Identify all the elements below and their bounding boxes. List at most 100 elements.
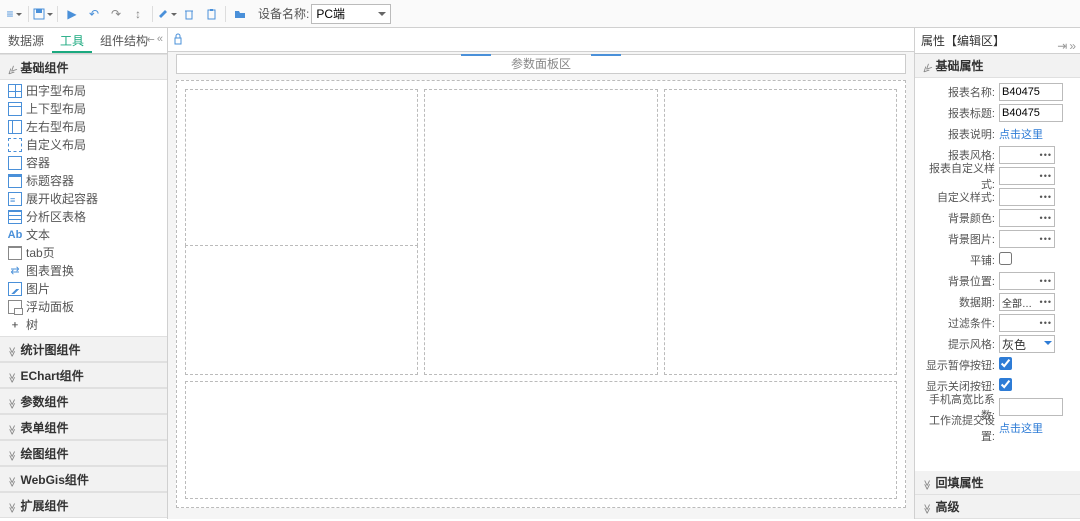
dash-icon [8,138,22,152]
input-report-name[interactable] [999,83,1063,101]
group-0[interactable]: 基础组件 [0,54,167,80]
picker-custom-css[interactable] [999,188,1055,206]
group-5[interactable]: 绘图组件 [0,440,167,466]
group-3[interactable]: 参数组件 [0,388,167,414]
lock-icon[interactable] [172,33,186,47]
component-item-lr[interactable]: 左右型布局 [0,118,167,136]
folder-button[interactable] [230,4,250,24]
device-select[interactable]: PC端 [311,4,391,24]
grid-icon [8,84,22,98]
component-item-table[interactable]: 分析区表格 [0,208,167,226]
label-report-title: 报表标题: [921,105,999,121]
picker-bg-color[interactable] [999,209,1055,227]
preview-button[interactable]: ▶ [62,4,82,24]
input-report-title[interactable] [999,104,1063,122]
picker-custom-style[interactable] [999,167,1055,185]
delete-button[interactable] [179,4,199,24]
picker-bg-pos[interactable] [999,272,1055,290]
panel-pin[interactable]: ⇤« [146,33,163,46]
save-button[interactable] [33,4,53,24]
item-label: 自定义布局 [26,136,86,154]
section-feedback[interactable]: 回填属性 [915,471,1080,495]
input-aspect[interactable] [999,398,1063,416]
group-4[interactable]: 表单组件 [0,414,167,440]
basic-props: 报表名称: 报表标题: 报表说明:点击这里 报表风格: 报表自定义样式: 自定义… [915,78,1080,443]
picker-filter[interactable] [999,314,1055,332]
item-label: 左右型布局 [26,118,86,136]
item-label: 浮动面板 [26,298,74,316]
collapse-icon: ⇤ [146,33,155,46]
refresh-button[interactable]: ↕ [128,4,148,24]
component-item-tab[interactable]: tab页 [0,244,167,262]
label-tip-style: 提示风格: [921,336,999,352]
clipboard-icon [205,8,217,20]
label-filter: 过滤条件: [921,315,999,331]
item-label: 上下型布局 [26,100,86,118]
tab-tools[interactable]: 工具 [52,28,92,53]
label-custom-css: 自定义样式: [921,189,999,205]
paste-button[interactable] [201,4,221,24]
component-item-top[interactable]: 上下型布局 [0,100,167,118]
float-icon [8,300,22,314]
ab-icon: Ab [8,228,22,242]
left-panel: 数据源 工具 组件结构 ⇤« 基础组件田字型布局上下型布局左右型布局自定义布局容… [0,28,168,519]
swap-icon: ⇄ [8,264,22,278]
top-toolbar: ≡ ▶ ↶ ↷ ↕ 设备名称: PC端 [0,0,1080,28]
label-report-name: 报表名称: [921,84,999,100]
tree-icon: ᚐ [8,318,22,332]
device-label: 设备名称: [258,5,309,22]
separator [28,6,29,22]
label-show-pause: 显示暂停按钮: [921,357,999,373]
group-7[interactable]: 扩展组件 [0,492,167,518]
layout-grid[interactable] [176,80,906,508]
component-item-ab[interactable]: Ab 文本 [0,226,167,244]
label-bg-pos: 背景位置: [921,273,999,289]
label-bg-color: 背景颜色: [921,210,999,226]
component-item-grid[interactable]: 田字型布局 [0,82,167,100]
component-item-rect[interactable]: 容器 [0,154,167,172]
trash-icon [183,8,195,20]
picker-bg-image[interactable] [999,230,1055,248]
paint-button[interactable] [157,4,177,24]
title-icon [8,174,22,188]
component-item-dash[interactable]: 自定义布局 [0,136,167,154]
component-item-img[interactable]: 图片 [0,280,167,298]
picker-report-style[interactable] [999,146,1055,164]
panel-pin[interactable]: ⇥» [1057,33,1076,59]
checkbox-show-close[interactable] [999,378,1012,391]
section-basic[interactable]: 基础属性 [915,54,1080,78]
properties-panel: 属性【编辑区】 ⇥» 基础属性 报表名称: 报表标题: 报表说明:点击这里 报表… [914,28,1080,519]
select-tip-style[interactable]: 灰色 [999,335,1055,353]
item-label: 田字型布局 [26,82,86,100]
menu-button[interactable]: ≡ [4,4,24,24]
group-6[interactable]: WebGis组件 [0,466,167,492]
component-item-swap[interactable]: ⇄图表置换 [0,262,167,280]
item-label: 文本 [26,226,50,244]
component-item-expand[interactable]: 展开收起容器 [0,190,167,208]
checkbox-tile[interactable] [999,252,1012,265]
picker-data-period[interactable]: 全部数据期 [999,293,1055,311]
close-icon: « [157,33,163,46]
tab-datasource[interactable]: 数据源 [0,28,52,53]
param-panel-bar[interactable]: 参数面板区 [176,54,906,74]
lr-icon [8,120,22,134]
properties-title: 属性【编辑区】 ⇥» [915,28,1080,54]
undo-button[interactable]: ↶ [84,4,104,24]
layout-cell[interactable] [185,381,897,499]
layout-cell[interactable] [424,89,657,375]
link-workflow[interactable]: 点击这里 [999,423,1043,435]
group-1[interactable]: 统计图组件 [0,336,167,362]
link-report-desc[interactable]: 点击这里 [999,129,1043,141]
section-advanced[interactable]: 高级 [915,495,1080,519]
layout-cell[interactable] [185,245,418,375]
label-report-desc: 报表说明: [921,126,999,142]
component-item-title[interactable]: 标题容器 [0,172,167,190]
canvas-area: 参数面板区 [168,28,914,519]
component-item-float[interactable]: 浮动面板 [0,298,167,316]
layout-cell[interactable] [664,89,897,375]
group-2[interactable]: EChart组件 [0,362,167,388]
canvas-scroll[interactable]: 参数面板区 [168,52,914,519]
component-item-tree[interactable]: ᚐ树 [0,316,167,334]
redo-button[interactable]: ↷ [106,4,126,24]
checkbox-show-pause[interactable] [999,357,1012,370]
